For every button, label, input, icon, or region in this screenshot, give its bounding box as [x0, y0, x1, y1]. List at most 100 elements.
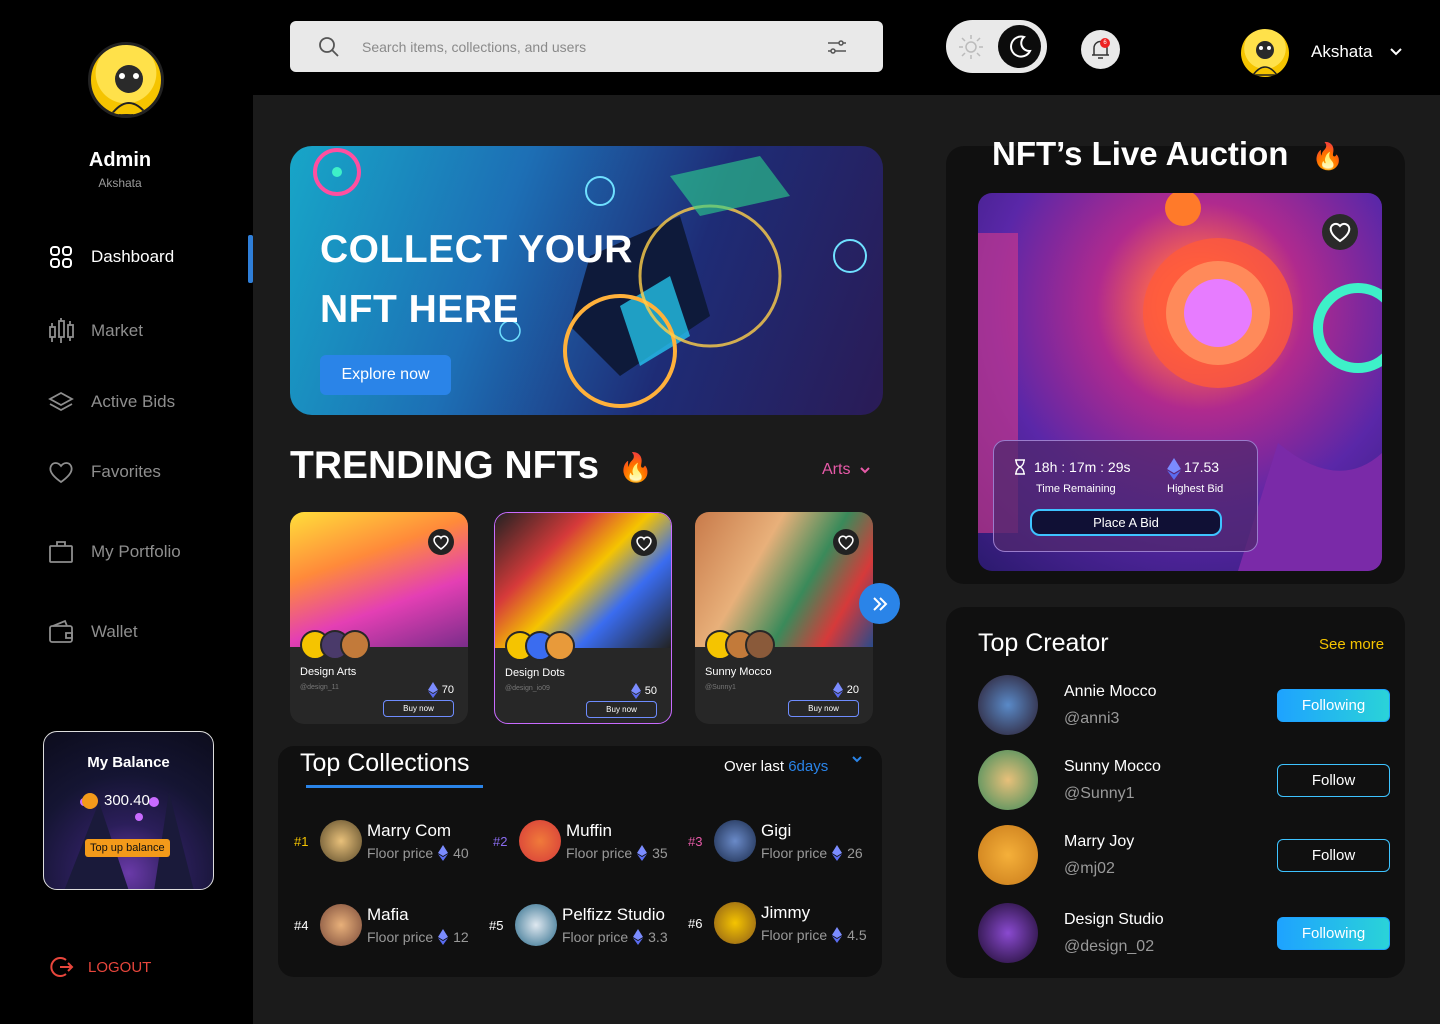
collection-item[interactable]: #4 Mafia Floor price 12 — [294, 904, 469, 946]
nft-card[interactable]: Design Dots @design_io09 50 Buy now — [494, 512, 672, 724]
nft-handle: @Sunny1 — [705, 684, 736, 691]
owner-avatars — [705, 630, 775, 660]
ethereum-icon — [637, 845, 648, 861]
heart-icon[interactable] — [428, 529, 454, 555]
collection-avatar — [320, 820, 362, 862]
explore-now-button[interactable]: Explore now — [320, 355, 451, 395]
nft-price-value: 20 — [846, 684, 859, 696]
creator-avatar[interactable] — [978, 750, 1038, 810]
sidebar-item-market[interactable]: Market — [47, 317, 143, 345]
sidebar-item-active-bids[interactable]: Active Bids — [47, 388, 175, 416]
period-selector[interactable]: Over last 6days — [724, 756, 862, 775]
sidebar-item-label: Favorites — [91, 462, 161, 481]
heart-icon[interactable] — [833, 529, 859, 555]
bell-icon — [1092, 40, 1109, 59]
hero-title-line-1: COLLECT YOUR — [320, 228, 633, 271]
category-filter-dropdown[interactable]: Arts — [822, 461, 872, 479]
creator-avatar[interactable] — [978, 675, 1038, 735]
logout-button[interactable]: LOGOUT — [48, 954, 151, 980]
highest-bid-label: Highest Bid — [1167, 483, 1224, 495]
admin-name: Admin — [88, 149, 152, 171]
user-name[interactable]: Akshata — [1311, 42, 1372, 62]
user-avatar[interactable] — [1241, 29, 1289, 77]
creator-avatar[interactable] — [978, 903, 1038, 963]
floor-price-value: 12 — [453, 929, 469, 945]
theme-toggle[interactable] — [946, 20, 1047, 73]
collection-rank: #6 — [688, 915, 703, 931]
collection-avatar — [714, 902, 756, 944]
collection-item[interactable]: #1 Marry Com Floor price 40 — [294, 820, 469, 862]
market-icon — [49, 318, 74, 343]
floor-price-value: 35 — [652, 845, 668, 861]
floor-price-label: Floor price — [761, 927, 828, 943]
search-input[interactable]: Search items, collections, and users — [362, 39, 827, 55]
nft-price: 20 — [832, 682, 859, 698]
top-collections-title: Top Collections — [300, 749, 470, 777]
sidebar-item-label: Dashboard — [91, 247, 175, 266]
bitcoin-icon — [82, 792, 98, 809]
category-filter-label: Arts — [822, 461, 851, 478]
admin-avatar[interactable] — [88, 42, 164, 118]
notification-bell[interactable]: 6 — [1081, 30, 1120, 69]
ethereum-icon — [427, 682, 438, 698]
collection-rank: #4 — [294, 917, 309, 933]
filter-icon[interactable] — [827, 39, 847, 55]
collection-item[interactable]: #6 Jimmy Floor price 4.5 — [688, 902, 867, 944]
creator-name: Annie Mocco — [1064, 682, 1157, 700]
collection-name: Jimmy — [761, 903, 811, 922]
sidebar: Admin Akshata Dashboard Market Active Bi… — [0, 0, 253, 1024]
time-remaining-value: 18h : 17m : 29s — [1034, 459, 1131, 475]
floor-price-value: 3.3 — [648, 929, 668, 945]
briefcase-icon — [49, 541, 73, 563]
hero-banner: COLLECT YOUR NFT HERE Explore now — [290, 146, 883, 415]
owner-avatars — [505, 631, 575, 661]
nft-card[interactable]: Sunny Mocco @Sunny1 20 Buy now — [695, 512, 873, 724]
follow-button[interactable]: Follow — [1277, 838, 1390, 872]
buy-now-button[interactable]: Buy now — [383, 700, 454, 717]
creator-avatar[interactable] — [978, 825, 1038, 885]
floor-price-label: Floor price — [562, 929, 629, 945]
buy-now-button[interactable]: Buy now — [788, 700, 859, 717]
sidebar-item-my-portfolio[interactable]: My Portfolio — [47, 538, 181, 566]
sidebar-item-dashboard[interactable]: Dashboard — [47, 243, 174, 271]
collection-name: Pelfizz Studio — [562, 905, 665, 924]
sidebar-item-favorites[interactable]: Favorites — [47, 458, 161, 486]
buy-now-button[interactable]: Buy now — [586, 701, 657, 718]
sun-icon[interactable] — [956, 32, 986, 62]
collection-name: Mafia — [367, 905, 409, 924]
heart-icon[interactable] — [1322, 214, 1358, 250]
floor-price-value: 26 — [847, 845, 863, 861]
collection-item[interactable]: #5 Pelfizz Studio Floor price 3.3 — [489, 904, 668, 946]
auction-info-box: 18h : 17m : 29s Time Remaining 17.53 Hig… — [993, 440, 1258, 552]
sidebar-item-wallet[interactable]: Wallet — [47, 618, 138, 646]
collection-item[interactable]: #3 Gigi Floor price 26 — [688, 820, 863, 862]
ethereum-icon — [832, 682, 843, 698]
live-auction-title-text: NFT’s Live Auction — [992, 135, 1289, 172]
following-button[interactable]: Following — [1277, 916, 1390, 950]
nft-card[interactable]: Design Arts @design_11 70 Buy now — [290, 512, 468, 724]
nft-price: 50 — [630, 683, 657, 699]
collection-item[interactable]: #2 Muffin Floor price 35 — [493, 820, 668, 862]
time-remaining-label: Time Remaining — [1036, 483, 1116, 495]
carousel-next-button[interactable] — [859, 583, 900, 624]
creator-name: Marry Joy — [1064, 832, 1135, 850]
sidebar-item-label: Active Bids — [91, 392, 176, 411]
follow-button[interactable]: Follow — [1277, 763, 1390, 797]
fire-icon: 🔥 — [617, 452, 653, 484]
place-bid-button[interactable]: Place A Bid — [1030, 509, 1222, 536]
chevron-down-icon[interactable] — [1388, 44, 1404, 60]
heart-icon[interactable] — [631, 530, 657, 556]
collection-rank: #1 — [294, 833, 309, 849]
ethereum-icon — [438, 929, 449, 945]
creator-row: Sunny Mocco @Sunny1 Follow — [978, 750, 1390, 810]
nft-name: Design Dots — [505, 667, 565, 679]
topup-button[interactable]: Top up balance — [85, 839, 170, 857]
title-underline — [306, 785, 483, 788]
following-button[interactable]: Following — [1277, 688, 1390, 722]
search-bar[interactable]: Search items, collections, and users — [290, 21, 883, 72]
chevron-down-icon — [852, 756, 862, 763]
moon-icon[interactable] — [998, 25, 1041, 68]
see-more-link[interactable]: See more — [1319, 636, 1384, 653]
sidebar-item-label: Market — [91, 321, 143, 340]
sidebar-item-label: My Portfolio — [91, 542, 181, 561]
